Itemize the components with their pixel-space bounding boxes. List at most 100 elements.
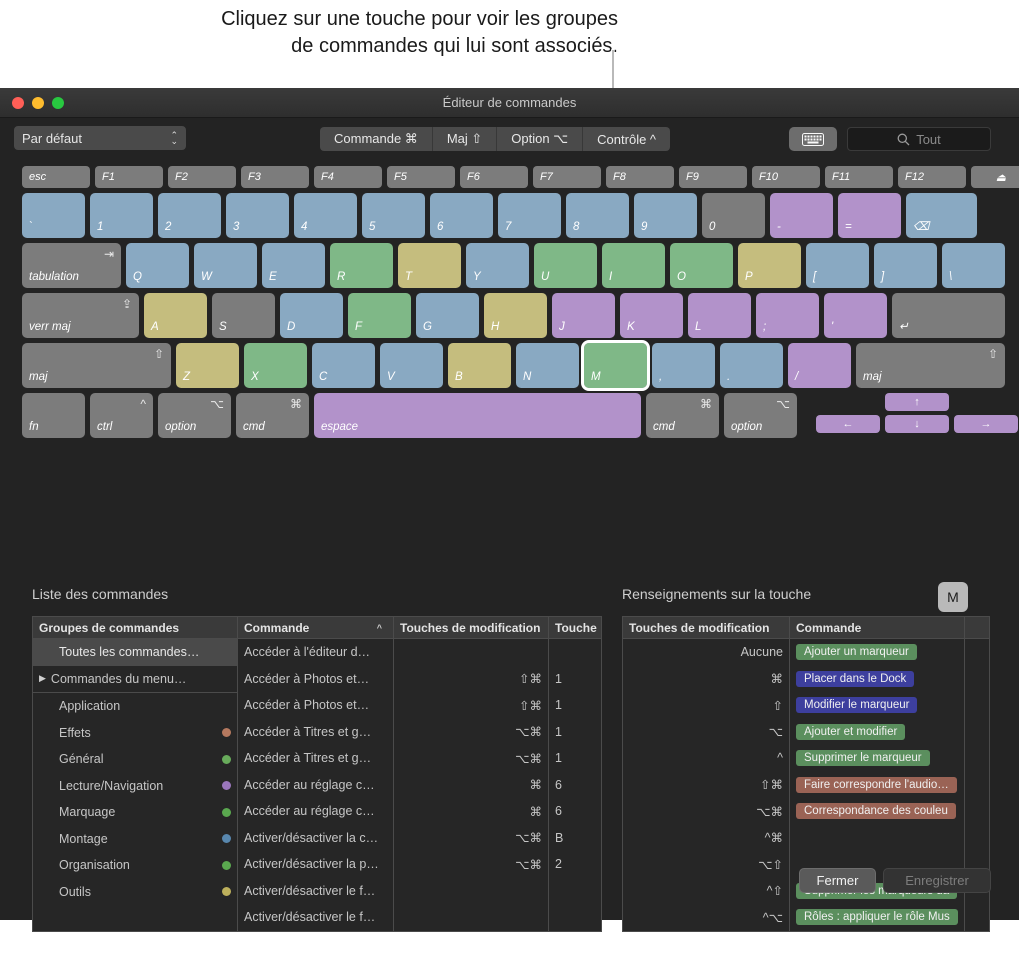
key-verrmaj[interactable]: ⇪ verr maj <box>22 293 139 338</box>
table-row[interactable]: ⇧⌘ <box>394 692 548 719</box>
key-[interactable]: / <box>788 343 851 388</box>
key-d[interactable]: D <box>280 293 343 338</box>
key-[interactable]: = <box>838 193 901 238</box>
group-list-item[interactable]: Toutes les commandes… <box>33 639 237 666</box>
key-modifier-cell[interactable]: ⌥⌘ <box>623 798 789 825</box>
key-tabulation[interactable]: ⇥ tabulation <box>22 243 121 288</box>
table-row[interactable]: 1 <box>549 719 601 746</box>
group-list-item[interactable]: Montage <box>33 826 237 853</box>
key-[interactable]: - <box>770 193 833 238</box>
key-maj[interactable]: ⇧ maj <box>22 343 171 388</box>
search-input[interactable]: Tout <box>847 127 991 151</box>
table-row[interactable]: Accéder à Photos et… <box>238 692 393 719</box>
group-list-item[interactable]: Marquage <box>33 799 237 826</box>
keyboard-icon[interactable] <box>789 127 837 151</box>
key-b[interactable]: B <box>448 343 511 388</box>
arrow-cluster[interactable]: ↑ ← ↓ → <box>816 393 1018 433</box>
key-modifier-cell[interactable]: ^ <box>623 745 789 772</box>
table-row[interactable]: 1 <box>549 745 601 772</box>
key-[interactable]: ] <box>874 243 937 288</box>
key-cmd[interactable]: ⌘ cmd <box>646 393 719 438</box>
commande-header[interactable]: Commande ^ <box>238 617 393 639</box>
key-6[interactable]: 6 <box>430 193 493 238</box>
key-5[interactable]: 5 <box>362 193 425 238</box>
key-a[interactable]: A <box>144 293 207 338</box>
key-cmd[interactable]: ⌘ cmd <box>236 393 309 438</box>
key-[interactable]: [ <box>806 243 869 288</box>
key-modifier-cell[interactable]: ⌥ <box>623 719 789 746</box>
key-command-cell[interactable]: Ajouter un marqueur <box>790 639 964 666</box>
key-j[interactable]: J <box>552 293 615 338</box>
key-v[interactable]: V <box>380 343 443 388</box>
key-modifier-cell[interactable]: ⌘ <box>623 666 789 693</box>
key-z[interactable]: Z <box>176 343 239 388</box>
key-modifier-cell[interactable]: ⇧ <box>623 692 789 719</box>
modifier-filter-group[interactable]: Commande ⌘ Maj ⇧ Option ⌥ Contrôle ^ <box>320 127 671 151</box>
table-row[interactable]: Accéder au réglage c… <box>238 798 393 825</box>
key-h[interactable]: H <box>484 293 547 338</box>
command-pill[interactable]: Modifier le marqueur <box>796 697 918 714</box>
key-r[interactable]: R <box>330 243 393 288</box>
table-row[interactable]: ⌘ <box>394 772 548 799</box>
eject-icon[interactable]: ⏏ <box>971 166 1019 188</box>
key-f6[interactable]: F6 <box>460 166 528 188</box>
group-list-item[interactable]: Lecture/Navigation <box>33 773 237 800</box>
key-f10[interactable]: F10 <box>752 166 820 188</box>
key-9[interactable]: 9 <box>634 193 697 238</box>
key-modifier-cell[interactable]: Aucune <box>623 639 789 666</box>
table-row[interactable]: 1 <box>549 692 601 719</box>
command-pill[interactable]: Ajouter et modifier <box>796 723 906 740</box>
key-command-cell[interactable]: Correspondance des couleu <box>790 798 964 825</box>
key-command-cell[interactable]: Modifier le marqueur <box>790 692 964 719</box>
table-row[interactable]: Accéder au réglage c… <box>238 772 393 799</box>
save-button[interactable]: Enregistrer <box>883 868 991 893</box>
key-f7[interactable]: F7 <box>533 166 601 188</box>
command-pill[interactable]: Faire correspondre l'audio… <box>796 776 957 793</box>
group-list-item[interactable]: Effets <box>33 720 237 747</box>
key-f8[interactable]: F8 <box>606 166 674 188</box>
preset-select[interactable]: Par défaut ⌃ ⌄ <box>14 126 186 150</box>
key-f3[interactable]: F3 <box>241 166 309 188</box>
key-[interactable]: ` <box>22 193 85 238</box>
key-espace[interactable]: espace <box>314 393 641 438</box>
key-0[interactable]: 0 <box>702 193 765 238</box>
backspace-icon[interactable]: ⌫ <box>906 193 977 238</box>
key-f9[interactable]: F9 <box>679 166 747 188</box>
table-row[interactable]: Accéder à Photos et… <box>238 666 393 693</box>
key-1[interactable]: 1 <box>90 193 153 238</box>
key-g[interactable]: G <box>416 293 479 338</box>
key-[interactable]: \ <box>942 243 1005 288</box>
key-command-cell[interactable] <box>790 825 964 852</box>
key-command-cell[interactable]: Placer dans le Dock <box>790 666 964 693</box>
key-option[interactable]: ⌥ option <box>158 393 231 438</box>
command-pill[interactable]: Supprimer le marqueur <box>796 750 930 767</box>
key-command-cell[interactable]: Ajouter et modifier <box>790 719 964 746</box>
table-row[interactable]: ⌥⌘ <box>394 825 548 852</box>
key-option[interactable]: ⌥ option <box>724 393 797 438</box>
key-command-cell[interactable]: Faire correspondre l'audio… <box>790 772 964 799</box>
table-row[interactable]: Accéder à l'éditeur d… <box>238 639 393 666</box>
key-7[interactable]: 7 <box>498 193 561 238</box>
key-t[interactable]: T <box>398 243 461 288</box>
keyboard[interactable]: esc F1 F2 F3 F4 F5 F6 F7 F8 F9 F10 F11 F12 ⏏ ` 1 2 3 4 5 6 7 8… <box>22 166 1019 443</box>
key-modifier-cell[interactable]: ^⌘ <box>623 825 789 852</box>
key-fn[interactable]: fn <box>22 393 85 438</box>
key-f5[interactable]: F5 <box>387 166 455 188</box>
table-row[interactable]: ⌥⌘ <box>394 745 548 772</box>
key-q[interactable]: Q <box>126 243 189 288</box>
key-n[interactable]: N <box>516 343 579 388</box>
key-k[interactable]: K <box>620 293 683 338</box>
key-maj[interactable]: ⇧ maj <box>856 343 1005 388</box>
table-row[interactable]: Activer/désactiver la c… <box>238 825 393 852</box>
table-row[interactable] <box>394 639 548 666</box>
group-list-item[interactable]: ▶ Commandes du menu… <box>33 666 237 693</box>
table-row[interactable]: 1 <box>549 666 601 693</box>
key-f[interactable]: F <box>348 293 411 338</box>
command-pill[interactable]: Ajouter un marqueur <box>796 644 917 661</box>
command-pill[interactable]: Correspondance des couleu <box>796 803 956 820</box>
key-[interactable]: . <box>720 343 783 388</box>
modifier-button-option[interactable]: Option ⌥ <box>497 127 584 151</box>
key-o[interactable]: O <box>670 243 733 288</box>
key-3[interactable]: 3 <box>226 193 289 238</box>
key-p[interactable]: P <box>738 243 801 288</box>
